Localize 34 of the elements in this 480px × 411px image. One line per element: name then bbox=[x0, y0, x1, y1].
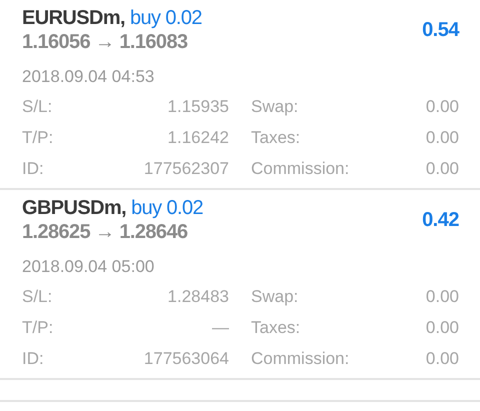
detail-value: 1.16242 bbox=[166, 127, 229, 149]
detail-value: 0.00 bbox=[424, 286, 459, 308]
detail-value: 177563064 bbox=[142, 348, 229, 370]
detail-value: 0.00 bbox=[424, 158, 459, 180]
detail-label: Commission: bbox=[250, 348, 350, 370]
detail-value: 1.28483 bbox=[166, 286, 229, 308]
symbol-label: EURUSDm, bbox=[22, 6, 125, 30]
price-range: 1.16056 → 1.16083 bbox=[22, 30, 189, 54]
open-time: 2018.09.04 04:53 bbox=[22, 66, 156, 88]
detail-label: Taxes: bbox=[250, 127, 302, 149]
detail-value: 0.00 bbox=[424, 348, 459, 370]
detail-label: Swap: bbox=[250, 286, 300, 308]
open-time: 2018.09.04 05:00 bbox=[22, 256, 156, 278]
symbol-label: GBPUSDm, bbox=[22, 196, 126, 220]
detail-label: ID: bbox=[22, 158, 45, 180]
detail-label: Swap: bbox=[250, 96, 300, 118]
profit-value: 0.54 bbox=[422, 18, 459, 42]
detail-label: Commission: bbox=[250, 158, 350, 180]
detail-label: Taxes: bbox=[250, 317, 302, 339]
order-label: buy 0.02 bbox=[130, 6, 202, 30]
detail-label: ID: bbox=[22, 348, 45, 370]
detail-label: S/L: bbox=[22, 286, 54, 308]
detail-label: S/L: bbox=[22, 96, 54, 118]
detail-value: 0.00 bbox=[424, 96, 459, 118]
order-label: buy 0.02 bbox=[131, 196, 204, 220]
price-range: 1.28625 → 1.28646 bbox=[22, 220, 189, 244]
detail-label: T/P: bbox=[22, 127, 54, 149]
detail-value: 0.00 bbox=[424, 317, 459, 339]
detail-value: 0.00 bbox=[424, 127, 459, 149]
profit-value: 0.42 bbox=[422, 208, 459, 232]
detail-label: T/P: bbox=[22, 317, 54, 339]
detail-value: — bbox=[211, 317, 229, 339]
detail-value: 1.15935 bbox=[166, 96, 229, 118]
detail-value: 177562307 bbox=[142, 158, 229, 180]
